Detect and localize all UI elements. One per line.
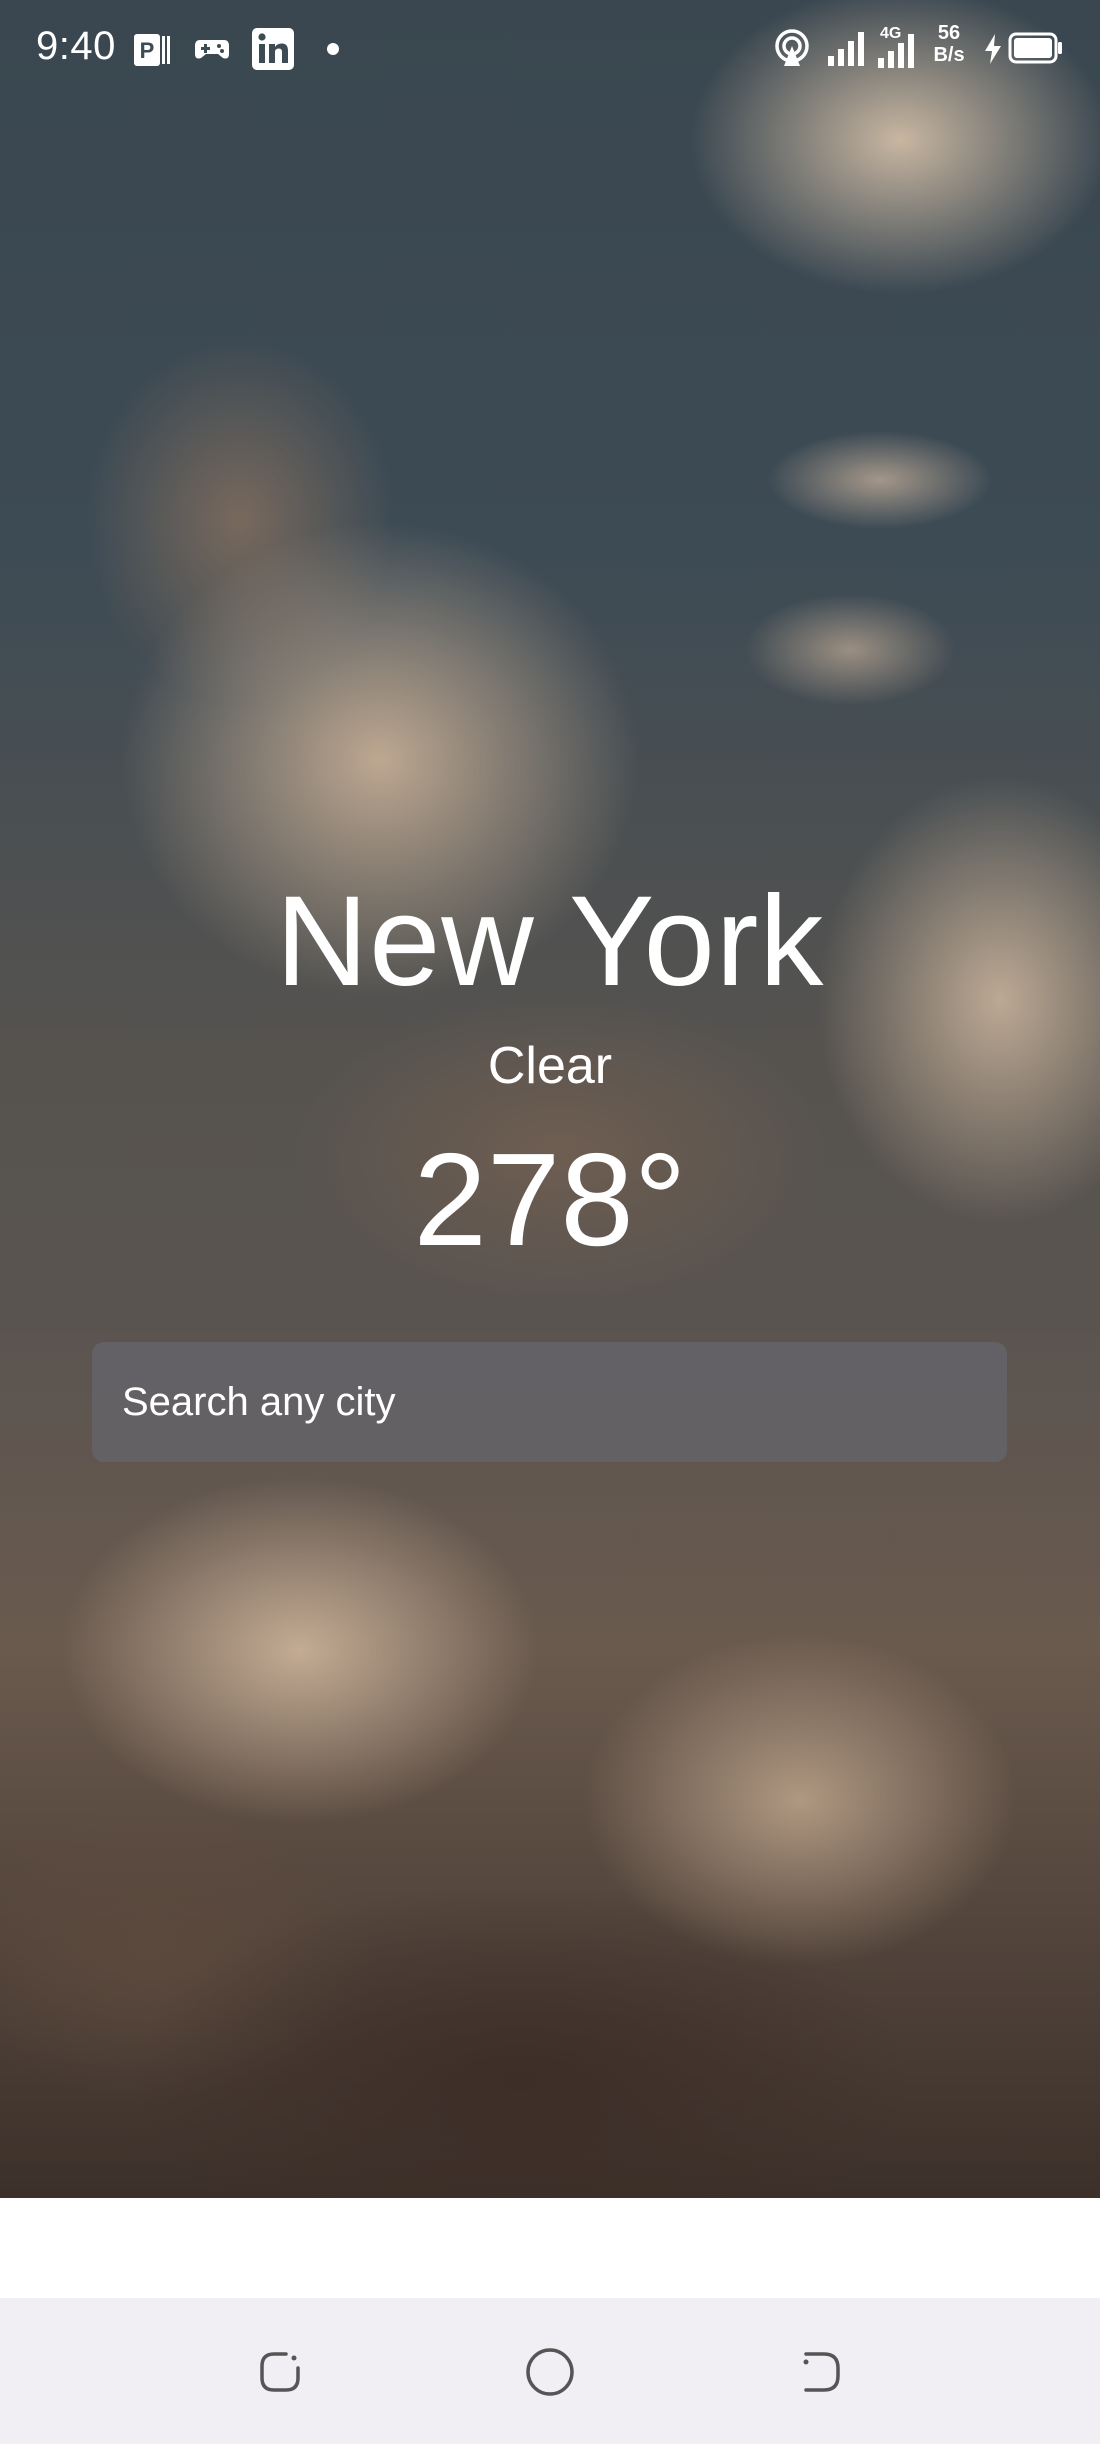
recents-button[interactable]	[250, 2342, 310, 2402]
weather-condition: Clear	[487, 1037, 613, 1095]
home-button[interactable]	[520, 2342, 580, 2402]
hotspot-icon	[775, 29, 809, 66]
battery-icon	[1008, 32, 1062, 64]
weather-app-screen: 9:40 P 4G 56 B/s New York Clear 278° Sea…	[0, 0, 1100, 2444]
linkedin-icon	[252, 28, 294, 70]
back-button[interactable]	[790, 2342, 850, 2402]
system-navigation-bar	[0, 2298, 1100, 2444]
signal-icon	[828, 32, 864, 66]
parking-app-icon: P	[134, 34, 170, 66]
city-name: New York	[275, 870, 825, 1013]
gamepad-icon	[195, 40, 229, 59]
city-search-input[interactable]	[92, 1342, 1007, 1462]
cloudy-sky-background	[0, 0, 1100, 2198]
svg-text:P: P	[140, 38, 155, 63]
network-speed-value: 56	[937, 22, 961, 44]
status-bar: 9:40 P 4G 56 B/s	[0, 0, 1100, 100]
charging-icon	[985, 34, 1001, 64]
signal-4g-icon: 4G	[878, 25, 914, 68]
notification-dot-icon	[327, 43, 339, 55]
temperature: 278°	[413, 1126, 687, 1273]
status-time: 9:40	[36, 24, 116, 68]
bottom-spacer	[0, 2198, 1100, 2298]
network-speed-unit: B/s	[933, 44, 965, 66]
network-speed-indicator: 56 B/s	[924, 22, 974, 66]
network-type-label: 4G	[880, 25, 901, 42]
